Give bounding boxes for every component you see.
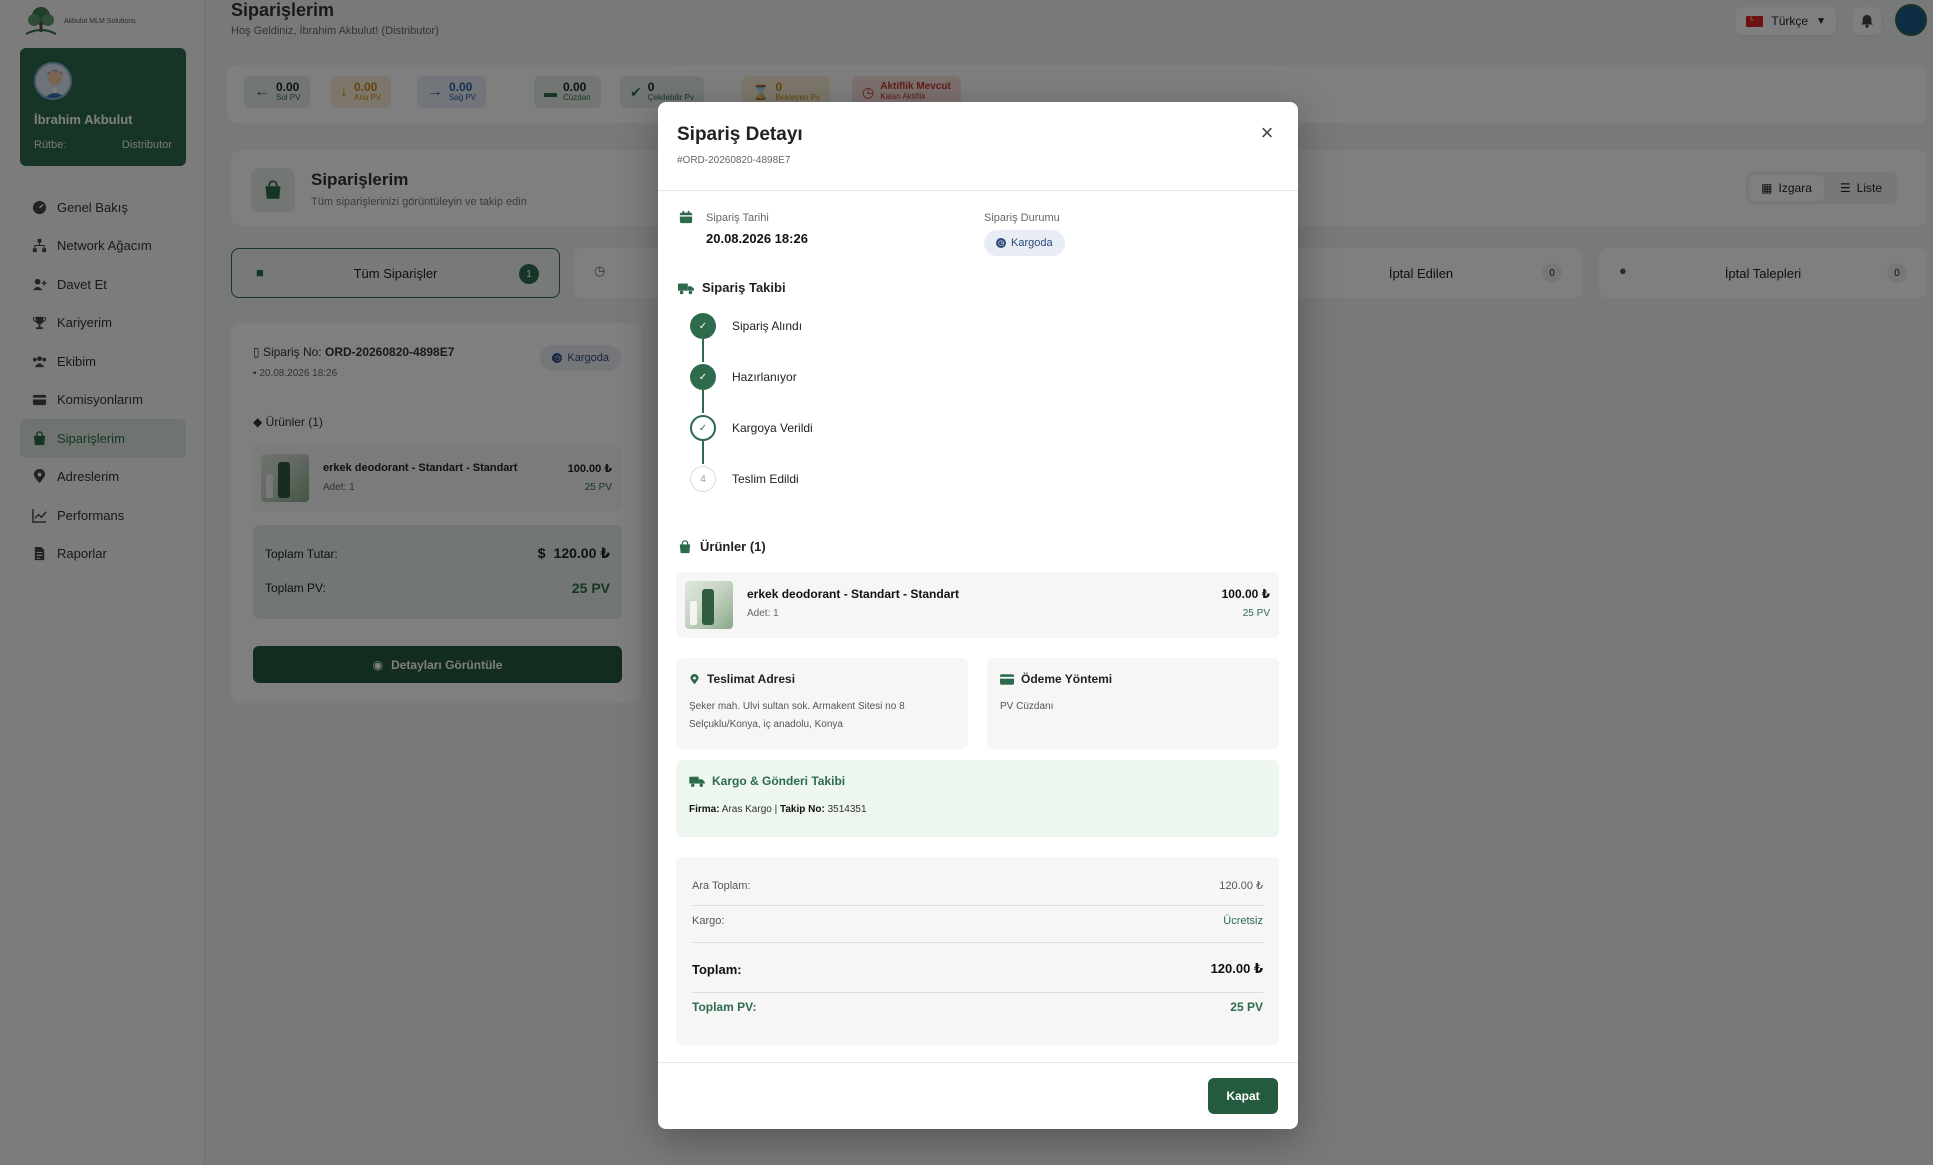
tracking-title: Sipariş Takibi <box>702 280 786 295</box>
summary-total: Toplam: 120.00 ₺ <box>692 961 1263 977</box>
divider <box>658 190 1298 191</box>
step-label: Hazırlanıyor <box>732 370 797 384</box>
order-detail-modal: Sipariş Detayı #ORD-20260820-4898E7 × Si… <box>658 102 1298 1129</box>
bag-icon <box>679 539 691 553</box>
order-summary: Ara Toplam: 120.00 ₺ Kargo: Ücretsiz Top… <box>676 857 1279 1045</box>
cargo-tracking-box: Kargo & Gönderi Takibi Firma: Aras Kargo… <box>676 760 1279 837</box>
cargo-separator: | <box>774 804 778 815</box>
product-pv: 25 PV <box>1242 608 1270 619</box>
divider <box>658 1062 1298 1063</box>
product-qty: Adet: 1 <box>747 608 779 619</box>
divider <box>692 942 1263 943</box>
credit-card-icon <box>1000 673 1014 685</box>
order-status-block: Sipariş Durumu ◷ Kargoda <box>984 212 1065 256</box>
order-date-block: Sipariş Tarihi 20.08.2026 18:26 <box>706 212 808 246</box>
cargo-tracking-info: Firma: Aras Kargo | Takip No: 3514351 <box>689 804 867 815</box>
payment-method-value: PV Cüzdanı <box>1000 701 1054 712</box>
step-number: 4 <box>690 466 716 492</box>
summary-value: 120.00 ₺ <box>1210 961 1263 976</box>
delivery-address-text: Şeker mah. Ulvi sultan sok. Armakent Sit… <box>689 698 956 734</box>
delivery-address-box: Teslimat Adresi Şeker mah. Ulvi sultan s… <box>676 658 968 749</box>
step-connector <box>702 390 704 413</box>
address-line: Selçuklu/Konya, iç anadolu, Konya <box>689 719 843 730</box>
step-connector <box>702 441 704 464</box>
products-title: Ürünler (1) <box>700 539 766 554</box>
summary-value: Ücretsiz <box>1223 915 1263 927</box>
check-circle-icon: ✓ <box>690 313 716 339</box>
order-status-label: Sipariş Durumu <box>984 212 1060 224</box>
order-date-value: 20.08.2026 18:26 <box>706 231 808 246</box>
cargo-tracking-number: 3514351 <box>827 804 867 815</box>
delivery-address-heading: Teslimat Adresi <box>689 672 795 686</box>
product-thumbnail <box>685 581 733 629</box>
modal-order-ref: #ORD-20260820-4898E7 <box>677 155 791 166</box>
status-badge: ◷ Kargoda <box>984 230 1065 256</box>
step-label: Teslim Edildi <box>732 472 799 486</box>
close-button[interactable]: Kapat <box>1208 1078 1278 1114</box>
tracking-heading: Sipariş Takibi <box>678 280 786 295</box>
product-name: erkek deodorant - Standart - Standart <box>747 587 960 601</box>
map-pin-icon <box>690 673 699 684</box>
payment-method-box: Ödeme Yöntemi PV Cüzdanı <box>987 658 1279 749</box>
clock-icon: ◷ <box>996 238 1006 248</box>
cargo-tracking-heading: Kargo & Gönderi Takibi <box>689 774 845 788</box>
payment-method-title: Ödeme Yöntemi <box>1021 672 1113 686</box>
product-price: 100.00 ₺ <box>1221 587 1270 601</box>
check-circle-icon: ✓ <box>690 415 716 441</box>
summary-shipping: Kargo: Ücretsiz <box>692 915 1263 927</box>
truck-icon <box>678 283 694 294</box>
step-delivered: 4 Teslim Edildi <box>690 464 990 494</box>
summary-label: Ara Toplam: <box>692 879 751 892</box>
payment-method-heading: Ödeme Yöntemi <box>1000 672 1112 686</box>
address-line: Şeker mah. Ulvi sultan sok. Armakent Sit… <box>689 701 905 712</box>
step-shipped: ✓ Kargoya Verildi <box>690 413 990 443</box>
summary-label: Kargo: <box>692 915 725 927</box>
step-preparing: ✓ Hazırlanıyor <box>690 362 990 392</box>
modal-title: Sipariş Detayı <box>677 124 803 145</box>
check-circle-icon: ✓ <box>690 364 716 390</box>
step-label: Kargoya Verildi <box>732 421 813 435</box>
summary-value: 25 PV <box>1230 1000 1263 1014</box>
summary-subtotal: Ara Toplam: 120.00 ₺ <box>692 879 1263 893</box>
truck-icon <box>689 776 705 787</box>
step-order-received: ✓ Sipariş Alındı <box>690 311 990 341</box>
summary-label: Toplam PV: <box>692 1000 757 1014</box>
close-icon[interactable]: × <box>1256 122 1278 144</box>
calendar-icon <box>679 210 693 224</box>
divider <box>692 905 1263 906</box>
step-connector <box>702 339 704 362</box>
summary-total-pv: Toplam PV: 25 PV <box>692 1000 1263 1014</box>
cargo-tracking-label: Takip No: <box>780 804 825 815</box>
status-label: Kargoda <box>1011 237 1053 249</box>
summary-value: 120.00 ₺ <box>1219 880 1263 892</box>
divider <box>692 992 1263 993</box>
products-heading: Ürünler (1) <box>678 539 766 554</box>
step-label: Sipariş Alındı <box>732 319 803 333</box>
summary-label: Toplam: <box>692 961 742 977</box>
product-row: erkek deodorant - Standart - Standart Ad… <box>676 572 1279 638</box>
cargo-firm-label: Firma: <box>689 804 720 815</box>
order-date-label: Sipariş Tarihi <box>706 212 769 224</box>
cargo-tracking-title: Kargo & Gönderi Takibi <box>712 774 846 788</box>
cargo-firm-value: Aras Kargo <box>721 804 772 815</box>
delivery-address-title: Teslimat Adresi <box>707 672 796 686</box>
